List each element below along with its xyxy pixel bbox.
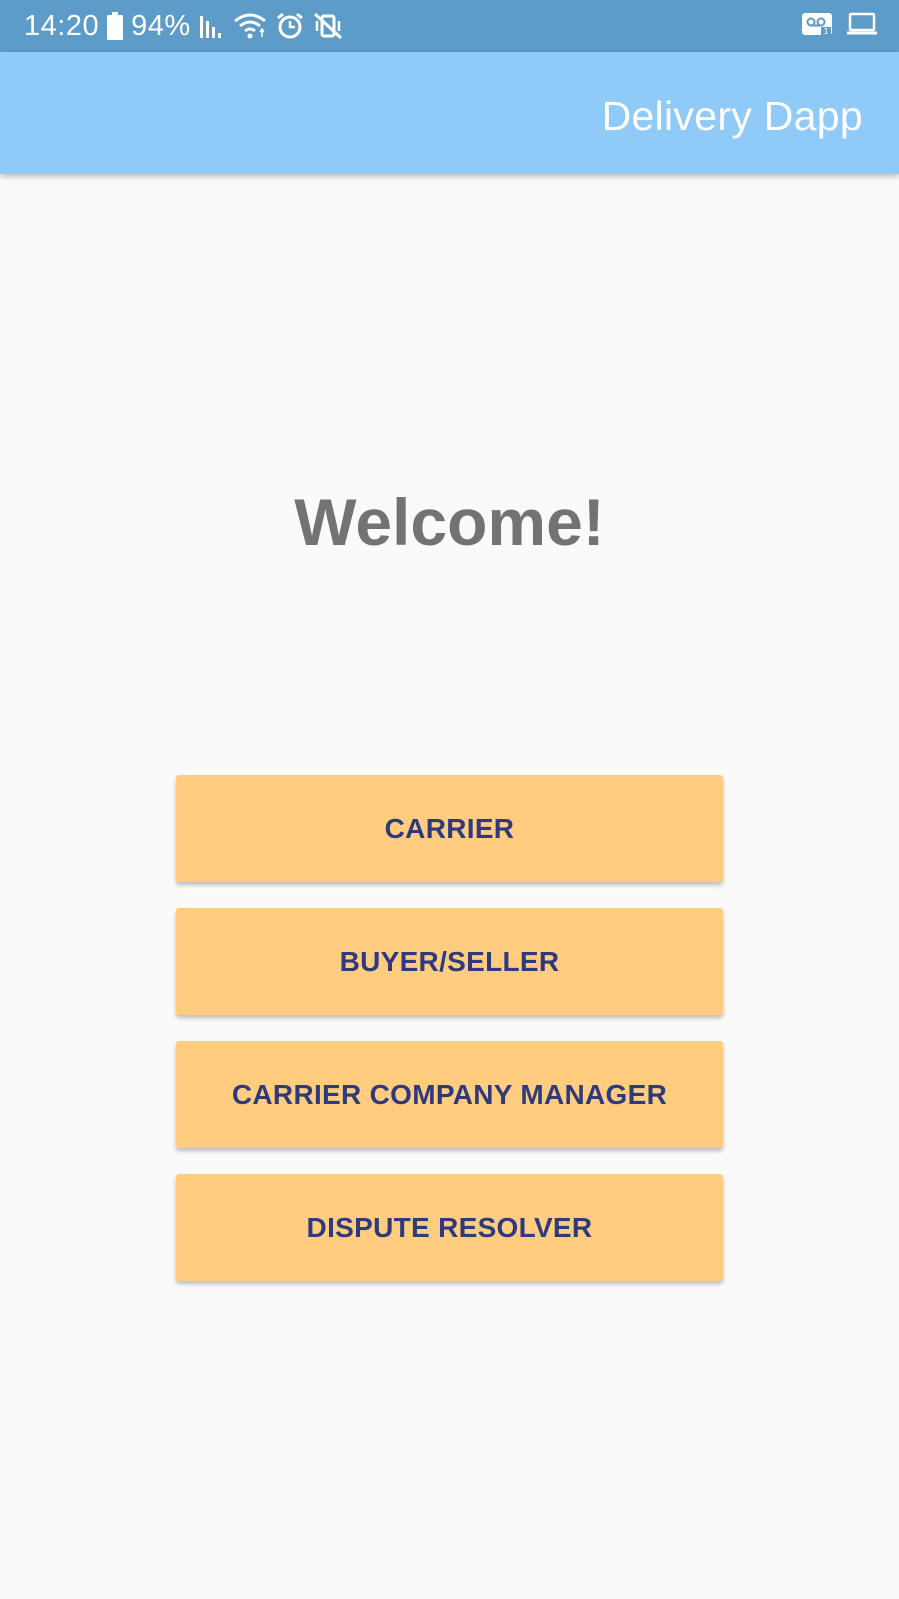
- app-bar: Delivery Dapp: [0, 52, 899, 174]
- wifi-icon: [233, 12, 267, 40]
- alarm-icon: [275, 12, 305, 40]
- status-bar: 14:20 94% 1: [0, 0, 899, 52]
- signal-icon: [199, 12, 225, 40]
- status-left: 14:20 94%: [24, 10, 343, 43]
- laptop-icon: [847, 12, 877, 41]
- svg-text:1: 1: [823, 27, 828, 36]
- voicemail-icon: 1: [801, 12, 833, 41]
- app-screen: 14:20 94% 1 Delivery Dapp Welcome! CARRI…: [0, 0, 899, 1599]
- role-button-list: CARRIER BUYER/SELLER CARRIER COMPANY MAN…: [176, 775, 723, 1307]
- status-time: 14:20: [24, 9, 100, 42]
- carrier-button[interactable]: CARRIER: [176, 775, 723, 882]
- vibrate-icon: [313, 12, 343, 40]
- buyer-seller-button[interactable]: BUYER/SELLER: [176, 908, 723, 1015]
- status-right: 1: [801, 12, 877, 41]
- dispute-resolver-button[interactable]: DISPUTE RESOLVER: [176, 1174, 723, 1281]
- app-title: Delivery Dapp: [601, 92, 863, 139]
- battery-percent: 94%: [131, 9, 191, 42]
- carrier-company-manager-button[interactable]: CARRIER COMPANY MANAGER: [176, 1041, 723, 1148]
- welcome-heading: Welcome!: [294, 485, 605, 559]
- battery-icon: [107, 12, 124, 40]
